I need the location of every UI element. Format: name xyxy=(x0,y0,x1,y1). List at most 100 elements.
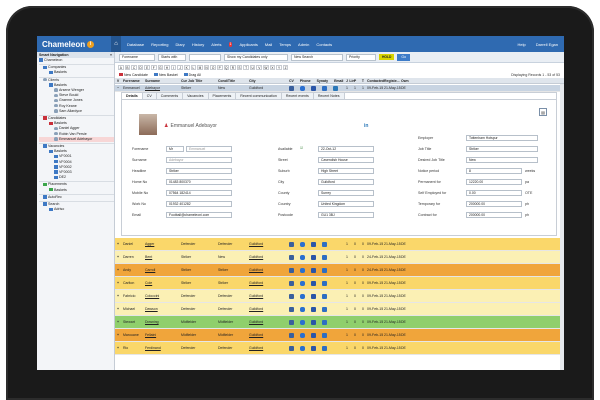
cell-surname[interactable]: Downing xyxy=(145,320,181,324)
column-header[interactable]: J xyxy=(343,79,351,83)
nav-mail[interactable]: Mail xyxy=(265,42,272,47)
drag-all-button[interactable]: Drag All xyxy=(183,73,201,77)
tab-recent-communication[interactable]: Recent communication xyxy=(236,93,282,99)
sidebar-item[interactable]: Baskets xyxy=(39,188,114,193)
column-header[interactable]: Cur Job Title xyxy=(181,79,218,83)
table-row[interactable]: + Michael Dawson Defender Defender Guildford 1… xyxy=(115,303,564,316)
sidebar-item[interactable]: Emmanuel Adebayor xyxy=(39,136,114,143)
sidebar-item[interactable]: Chameleon xyxy=(39,58,114,63)
tab-comments[interactable]: Comments xyxy=(156,93,184,99)
help-menu[interactable]: Help xyxy=(518,42,526,47)
phone-icon[interactable] xyxy=(300,254,305,260)
nav-alerts[interactable]: Alerts xyxy=(211,42,221,47)
cell-city[interactable]: Guildford xyxy=(249,320,287,324)
cell-city[interactable]: Guildford xyxy=(249,294,287,298)
priority-select[interactable]: Priority xyxy=(346,53,376,61)
search-field-select[interactable]: Forename xyxy=(119,53,155,61)
column-header[interactable]: Forename xyxy=(121,79,145,83)
title-select[interactable]: Mr xyxy=(166,146,184,152)
column-header[interactable]: Contacted xyxy=(367,79,384,83)
sidebar-item[interactable]: Baskets xyxy=(39,70,114,75)
cv-icon[interactable] xyxy=(289,345,294,351)
tab-placements[interactable]: Placements xyxy=(208,93,237,99)
new-candidate-button[interactable]: New Candidate xyxy=(119,73,148,77)
email-icon[interactable] xyxy=(322,293,327,299)
nav-reporting[interactable]: Reporting xyxy=(151,42,168,47)
nav-database[interactable]: Database xyxy=(127,42,144,47)
letter-filter-k[interactable]: K xyxy=(183,64,190,70)
mobile-icon[interactable] xyxy=(311,306,316,312)
phone-icon[interactable] xyxy=(300,241,305,247)
cv-icon[interactable] xyxy=(289,267,294,273)
street-field[interactable]: Cavendish House xyxy=(318,157,374,163)
email-icon[interactable] xyxy=(322,306,327,312)
letter-filter-p[interactable]: P xyxy=(216,64,223,70)
letter-filter-l[interactable]: L xyxy=(190,64,197,70)
cell-surname[interactable]: Coloccini xyxy=(145,294,181,298)
cell-city[interactable]: Guildford xyxy=(249,333,287,337)
cell-city[interactable]: Guildford xyxy=(249,307,287,311)
search-input[interactable] xyxy=(189,53,221,61)
cv-icon[interactable] xyxy=(289,306,294,312)
letter-filter-t[interactable]: T xyxy=(243,64,249,70)
linkedin-icon[interactable]: in xyxy=(364,123,368,129)
letter-filter-d[interactable]: D xyxy=(137,64,144,70)
email-icon[interactable] xyxy=(322,267,327,273)
permanent-field[interactable]: 12220.00 xyxy=(466,179,522,185)
sidebar-item[interactable]: Adriso xyxy=(39,207,114,212)
mobile-icon[interactable] xyxy=(311,280,316,286)
email-icon[interactable] xyxy=(322,345,327,351)
work-no-field[interactable]: 01932 401282 xyxy=(166,201,232,207)
desired-job-title-field[interactable]: New xyxy=(466,157,538,163)
temporary-field[interactable]: 200000.00 xyxy=(466,201,522,207)
nav-admin[interactable]: Admin xyxy=(298,42,309,47)
letter-filter-y[interactable]: Y xyxy=(276,64,282,70)
self-employed-field[interactable]: 0.00 xyxy=(466,190,522,196)
linkedin-icon[interactable] xyxy=(333,85,338,91)
country-select[interactable]: United Kingdom xyxy=(318,201,374,207)
column-header[interactable]: Email xyxy=(334,79,343,83)
column-header[interactable]: Cond/Title xyxy=(218,79,249,83)
table-row[interactable]: + Marouane Fellaini Midfielder Midfielder Gui… xyxy=(115,329,564,342)
search-operator-select[interactable]: Starts with xyxy=(158,53,186,61)
table-row[interactable]: + Rio Ferdinand Defender Defender Guildford 1 0… xyxy=(115,342,564,355)
cell-city[interactable]: Guildford xyxy=(249,281,287,285)
email-icon[interactable] xyxy=(322,85,327,91)
letter-filter-n[interactable]: N xyxy=(203,64,210,70)
cell-surname[interactable]: Bent xyxy=(145,255,181,259)
email-icon[interactable] xyxy=(322,280,327,286)
cv-icon[interactable] xyxy=(289,241,294,247)
tab-cv[interactable]: CV xyxy=(142,93,157,99)
cell-surname[interactable]: Fellaini xyxy=(145,333,181,337)
go-button[interactable]: Go xyxy=(397,53,411,61)
cv-icon[interactable] xyxy=(289,280,294,286)
mobile-icon[interactable] xyxy=(311,293,316,299)
mobile-icon[interactable] xyxy=(311,85,316,91)
column-header[interactable]: Synaty xyxy=(317,79,328,83)
employer-field[interactable]: Tottenham Hotspur xyxy=(466,135,538,141)
hold-button[interactable]: HOLD xyxy=(379,54,395,60)
contract-field[interactable]: 200000.00 xyxy=(466,212,522,218)
letter-filter-v[interactable]: V xyxy=(256,64,263,70)
letter-filter-g[interactable]: G xyxy=(157,64,164,70)
headline-field[interactable]: Striker xyxy=(166,168,232,174)
letter-filter-q[interactable]: Q xyxy=(223,64,230,70)
notice-period-field[interactable]: 8 xyxy=(466,168,522,174)
document-icon[interactable]: ▤ xyxy=(539,108,547,116)
table-row[interactable]: + Daniel Agger Defender Defender Guildford 1 0 0… xyxy=(115,238,564,251)
letter-filter-e[interactable]: E xyxy=(144,64,150,70)
cell-city[interactable]: Guildford xyxy=(249,255,287,259)
vertical-scrollbar[interactable] xyxy=(560,84,564,370)
cell-city[interactable]: Guildford xyxy=(249,242,287,246)
app-logo[interactable]: Chameleon i xyxy=(37,40,111,49)
new-basket-button[interactable]: New Basket xyxy=(153,73,178,77)
forename-field[interactable]: Emmanuel xyxy=(186,146,232,152)
cell-city[interactable]: Guildford xyxy=(249,346,287,350)
cell-city[interactable]: Guildford xyxy=(249,268,287,272)
column-header[interactable]: Own xyxy=(401,79,411,83)
available-check-icon[interactable]: ☑ xyxy=(300,146,303,150)
column-header[interactable]: Surname xyxy=(145,79,181,83)
mobile-icon[interactable] xyxy=(311,254,316,260)
surname-field[interactable]: Adebayor xyxy=(166,157,232,163)
tab-recent-events[interactable]: Recent events xyxy=(281,93,314,99)
